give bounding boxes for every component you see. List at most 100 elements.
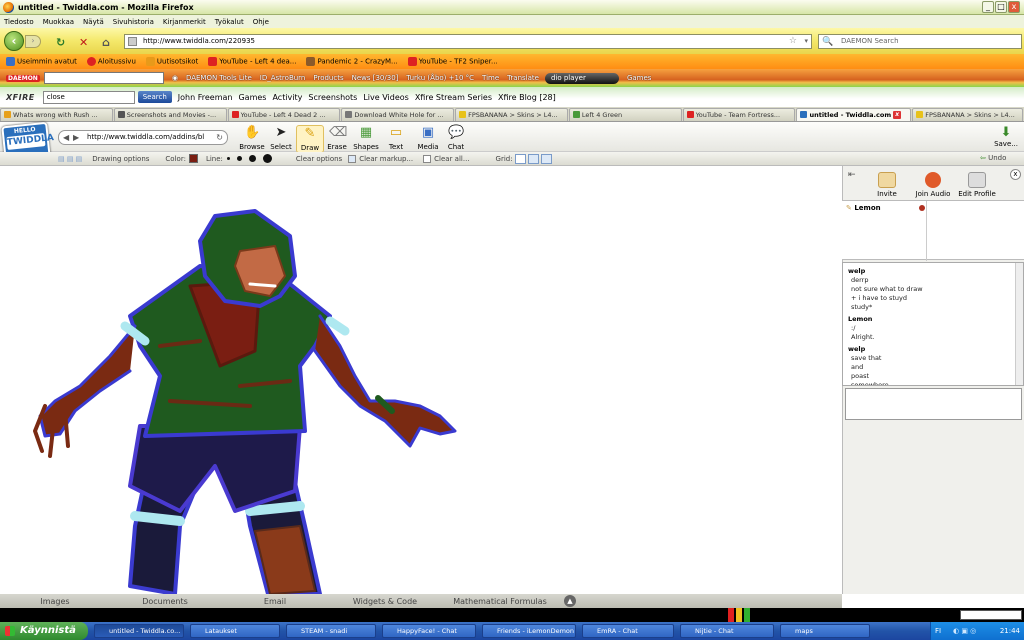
inner-back-icon[interactable]: ◀ <box>63 131 69 144</box>
browser-tab[interactable]: Screenshots and Movies -... <box>113 107 227 121</box>
collapse-arrow-icon[interactable]: ▲ <box>564 595 576 607</box>
taskbar-item[interactable]: untitled - Twiddla.co... <box>94 624 184 638</box>
save-button[interactable]: ⬇ Save... <box>990 125 1022 148</box>
stop-icon[interactable]: ✕ <box>79 36 88 49</box>
bottom-tab-email[interactable]: Email <box>220 597 330 606</box>
close-panel-icon[interactable]: x <box>1010 169 1021 180</box>
home-icon[interactable]: ⌂ <box>102 36 110 49</box>
xfire-item[interactable]: Screenshots <box>308 93 357 102</box>
inner-reload-icon[interactable]: ↻ <box>216 131 223 144</box>
tool-media[interactable]: ▣ Media <box>414 125 442 151</box>
daemon-search-select[interactable] <box>43 72 164 84</box>
inner-forward-icon[interactable]: ▶ <box>73 131 79 144</box>
search-input[interactable]: 🔍 DAEMON Search <box>818 34 1022 49</box>
bookmark-item[interactable]: YouTube - Left 4 dea... <box>208 57 296 66</box>
invite-button[interactable]: Invite <box>867 172 907 198</box>
browser-tab[interactable]: YouTube - Left 4 Dead 2 ... <box>227 107 341 121</box>
tool-browse[interactable]: ✋ Browse <box>238 125 266 151</box>
line-size-large[interactable] <box>248 155 256 162</box>
bookmark-item[interactable]: Useimmin avatut <box>6 57 77 66</box>
xfire-item[interactable]: Games <box>238 93 266 102</box>
url-dropdown-icon[interactable]: ▾ <box>804 35 808 48</box>
chat-scrollbar[interactable] <box>1015 263 1023 385</box>
taskbar-item[interactable]: Friends - iLemonDemon <box>482 624 576 638</box>
tray-icons[interactable]: ◐ ▣ ◎ <box>953 622 976 640</box>
browser-tab[interactable]: YouTube - Team Fortress... <box>682 107 796 121</box>
menu-help[interactable]: Ohje <box>253 18 269 26</box>
menu-tools[interactable]: Työkalut <box>215 18 244 26</box>
tool-erase[interactable]: ⌫ Erase <box>323 125 351 151</box>
user-entry[interactable]: ✎ Lemon <box>846 204 881 212</box>
chat-input[interactable] <box>845 388 1022 420</box>
daemon-item[interactable]: Translate <box>507 74 539 82</box>
twiddla-url-input[interactable]: ◀ ▶ http://www.twiddla.com/addins/bl ↻ <box>58 130 228 145</box>
daemon-item[interactable]: Products <box>313 74 343 82</box>
xfire-logo[interactable]: XFIRE <box>6 93 35 102</box>
tab-close-icon[interactable]: x <box>893 110 902 119</box>
site-identity-icon[interactable] <box>128 37 137 46</box>
browser-tab-active[interactable]: untitled - Twiddla.com x <box>796 107 912 121</box>
daemon-item[interactable]: Turku (Åbo) +10 °C <box>406 74 474 82</box>
taskbar-item[interactable]: Nijtie - Chat <box>680 624 774 638</box>
line-size-small[interactable] <box>226 157 230 160</box>
xfire-search-input[interactable]: close <box>42 90 135 104</box>
tool-chat[interactable]: 💬 Chat <box>442 125 470 151</box>
forward-button[interactable]: › <box>25 35 41 48</box>
grid-none-button[interactable] <box>514 153 526 164</box>
taskbar-item[interactable]: STEAM - snadi <box>286 624 376 638</box>
undo-button[interactable]: ⇦ Undo <box>980 154 1006 162</box>
bookmark-item[interactable]: Aloitussivu <box>86 57 136 66</box>
tool-shapes[interactable]: ▦ Shapes <box>352 125 380 151</box>
daemon-search-icon[interactable]: ◉ <box>172 74 178 82</box>
daemon-item[interactable]: News [30/30] <box>352 74 399 82</box>
maximize-button[interactable]: □ <box>995 1 1007 13</box>
clear-all-button[interactable]: Clear all... <box>423 154 470 163</box>
media-player-widget[interactable]: dio player <box>544 72 619 84</box>
bookmark-item[interactable]: Pandemic 2 - CrazyM... <box>306 57 398 66</box>
daemon-item[interactable]: Time <box>482 74 499 82</box>
browser-tab[interactable]: Whats wrong with Rush ... <box>0 107 113 121</box>
menu-view[interactable]: Näytä <box>83 18 104 26</box>
xfire-item[interactable]: John Freeman <box>178 93 233 102</box>
menu-edit[interactable]: Muokkaa <box>43 18 74 26</box>
tool-text[interactable]: ▭ Text <box>382 125 410 151</box>
bottom-tab-documents[interactable]: Documents <box>110 597 220 606</box>
daemon-item[interactable]: DAEMON Tools Lite <box>186 74 252 82</box>
line-size-xlarge[interactable] <box>262 154 272 163</box>
xfire-item[interactable]: Xfire Stream Series <box>415 93 492 102</box>
color-swatch[interactable] <box>188 154 198 163</box>
collapse-panel-icon[interactable]: ⇤ <box>848 170 856 180</box>
join-audio-button[interactable]: Join Audio <box>913 172 953 198</box>
browser-tab[interactable]: FPSBANANA > Skins > L4... <box>455 107 568 121</box>
menu-history[interactable]: Sivuhistoria <box>113 18 154 26</box>
edit-profile-button[interactable]: Edit Profile <box>957 172 997 198</box>
browser-tab[interactable]: Left 4 Green <box>568 107 682 121</box>
drawing-canvas[interactable] <box>0 166 842 594</box>
daemon-item[interactable]: ID_AstroBurn <box>260 74 306 82</box>
reload-icon[interactable]: ↻ <box>56 36 65 49</box>
bottom-tab-math[interactable]: Mathematical Formulas <box>440 597 560 606</box>
clock[interactable]: 21:44 <box>1000 627 1020 635</box>
xfire-item[interactable]: Xfire Blog [28] <box>498 93 556 102</box>
menu-file[interactable]: Tiedosto <box>4 18 34 26</box>
taskbar-item[interactable]: EmRA - Chat <box>582 624 674 638</box>
minimize-button[interactable]: _ <box>982 1 994 13</box>
bookmark-item[interactable]: YouTube - TF2 Sniper... <box>407 57 498 66</box>
taskbar-item[interactable]: maps <box>780 624 870 638</box>
clear-markup-button[interactable]: Clear markup... <box>348 154 413 163</box>
line-size-medium[interactable] <box>236 156 242 161</box>
taskbar-item[interactable]: HappyFace! - Chat <box>382 624 476 638</box>
browser-tab[interactable]: FPSBANANA > Skins > L4... <box>912 107 1024 121</box>
grid-small-button[interactable] <box>527 153 539 164</box>
bottom-tab-images[interactable]: Images <box>0 597 110 606</box>
xfire-item[interactable]: Activity <box>272 93 302 102</box>
close-window-button[interactable]: x <box>1008 1 1020 13</box>
bookmark-item[interactable]: Uutisotsikot <box>145 57 198 66</box>
menu-bookmarks[interactable]: Kirjanmerkit <box>163 18 206 26</box>
taskbar-item[interactable]: Lataukset <box>190 624 280 638</box>
copy-icon[interactable]: ▤ ▤ ▤ <box>58 155 82 163</box>
daemon-games[interactable]: Games <box>627 74 652 82</box>
bookmark-star-icon[interactable]: ☆ <box>789 35 797 48</box>
search-engine-icon[interactable]: 🔍 <box>822 36 833 49</box>
url-input[interactable]: http://www.twiddla.com/220935 ☆ ▾ <box>124 34 812 49</box>
